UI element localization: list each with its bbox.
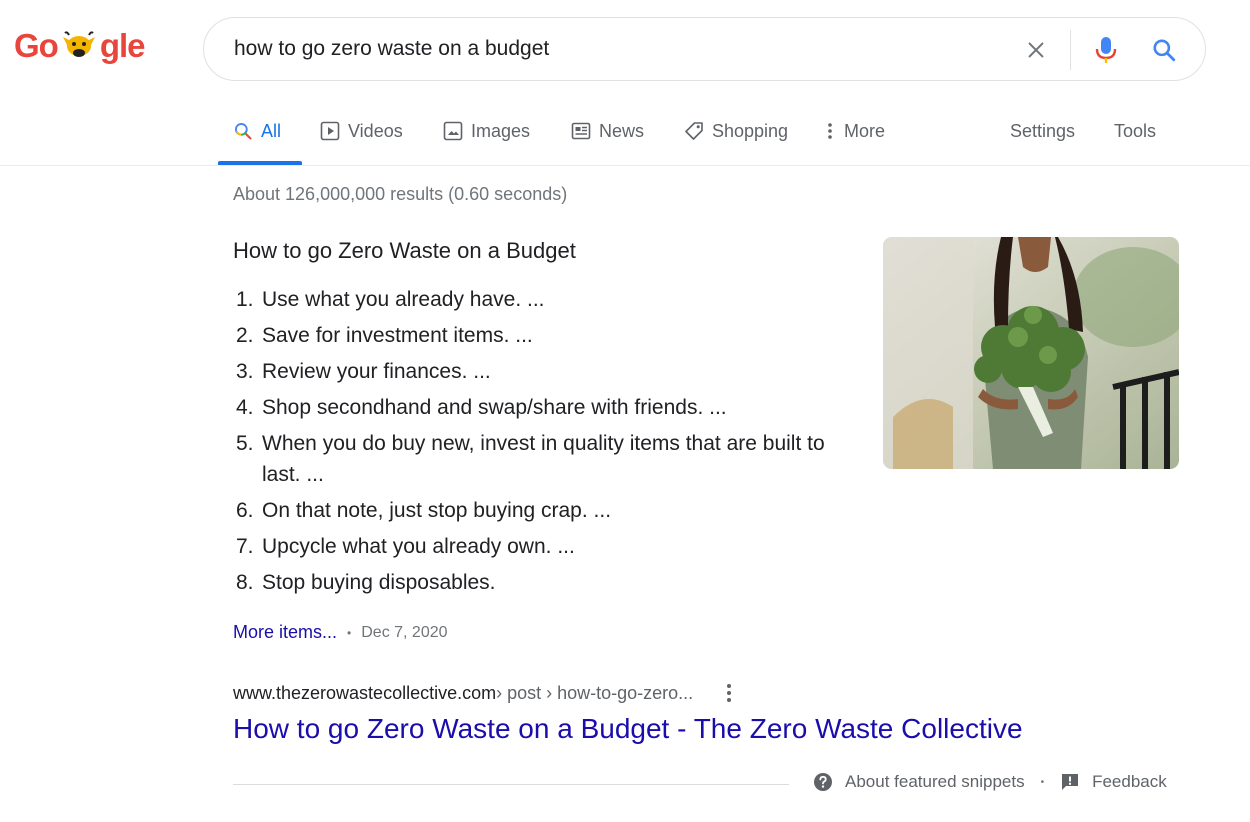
more-vert-icon: [828, 123, 832, 139]
cow-doodle-icon: [62, 31, 95, 57]
dot-separator: •: [1040, 776, 1045, 788]
about-featured-snippets-label: About featured snippets: [845, 772, 1025, 791]
feedback-label: Feedback: [1092, 772, 1167, 791]
list-number: 8.: [236, 571, 254, 594]
snippet-date: Dec 7, 2020: [361, 623, 448, 641]
tools-link[interactable]: Tools: [1114, 103, 1156, 159]
list-number: 3.: [236, 360, 254, 383]
play-icon: [320, 121, 340, 141]
search-box[interactable]: [203, 17, 1206, 81]
list-item: 2. Save for investment items. ...: [236, 320, 861, 351]
list-item: 3. Review your finances. ...: [236, 356, 861, 387]
settings-label: Settings: [1010, 120, 1076, 141]
feedback-link[interactable]: Feedback: [1060, 772, 1167, 792]
tab-news-label: News: [599, 120, 645, 141]
help-icon: [814, 773, 832, 791]
google-logo[interactable]: Go gle: [14, 27, 146, 65]
list-number: 1.: [236, 288, 254, 311]
search-divider: [1070, 30, 1071, 70]
list-item: 4. Shop secondhand and swap/share with fr…: [236, 392, 861, 423]
snippet-image[interactable]: [883, 237, 1179, 469]
tab-news[interactable]: News: [571, 103, 644, 159]
voice-search-button[interactable]: [1091, 35, 1121, 65]
list-item: 8. Stop buying disposables.: [236, 567, 861, 598]
woman-holding-kale-image: [883, 237, 1179, 469]
tag-icon: [685, 122, 703, 140]
list-text: Review your finances. ...: [262, 360, 491, 383]
list-text: Save for investment items. ...: [262, 324, 533, 347]
result-stats: About 126,000,000 results (0.60 seconds): [233, 184, 568, 204]
list-number: 6.: [236, 499, 254, 522]
tab-images[interactable]: Images: [443, 103, 530, 159]
list-item: 5. When you do buy new, invest in quality…: [236, 428, 861, 490]
tab-images-label: Images: [471, 120, 531, 141]
search-button[interactable]: [1149, 35, 1179, 65]
logo-text-left: Go: [14, 27, 59, 64]
close-icon: [1028, 42, 1044, 58]
snippet-footer: About featured snippets • Feedback: [813, 772, 1167, 792]
list-text: Upcycle what you already own. ...: [262, 535, 575, 558]
list-number: 2.: [236, 324, 254, 347]
list-text: Stop buying disposables.: [262, 571, 496, 594]
tab-videos-label: Videos: [348, 120, 403, 141]
tab-all-label: All: [261, 120, 282, 141]
search-icon: [235, 123, 252, 140]
tab-more-label: More: [844, 120, 886, 141]
settings-link[interactable]: Settings: [1010, 103, 1075, 159]
more-items-link[interactable]: More items...: [233, 622, 337, 643]
list-item: 1. Use what you already have. ...: [236, 284, 861, 315]
result-domain: www.thezerowastecollective.com: [233, 682, 497, 703]
snippet-heading: How to go Zero Waste on a Budget: [233, 238, 576, 263]
snippet-more-row: More items... • Dec 7, 2020: [233, 622, 448, 643]
list-item: 7. Upcycle what you already own. ...: [236, 531, 861, 562]
list-item: 6. On that note, just stop buying crap. .…: [236, 495, 861, 526]
tools-label: Tools: [1114, 120, 1157, 141]
result-title-link[interactable]: How to go Zero Waste on a Budget - The Z…: [233, 713, 1023, 745]
tab-all[interactable]: All: [233, 103, 281, 159]
tab-shopping-label: Shopping: [712, 120, 789, 141]
tabs-divider: [0, 165, 1250, 166]
tab-shopping[interactable]: Shopping: [684, 103, 788, 159]
list-text: On that note, just stop buying crap. ...: [262, 499, 612, 522]
clear-search-button[interactable]: [1021, 35, 1051, 65]
tab-videos[interactable]: Videos: [320, 103, 403, 159]
feedback-icon: [1062, 774, 1079, 790]
snippet-list: 1. Use what you already have. ... 2. Save …: [236, 284, 861, 603]
footer-divider: [233, 784, 789, 785]
list-text: Use what you already have. ...: [262, 288, 545, 311]
list-number: 4.: [236, 396, 254, 419]
about-featured-snippets-link[interactable]: About featured snippets: [813, 772, 1025, 792]
tab-more[interactable]: More: [824, 103, 885, 159]
list-number: 7.: [236, 535, 254, 558]
list-text: When you do buy new, invest in quality i…: [262, 432, 825, 486]
image-icon: [443, 121, 463, 141]
list-text: Shop secondhand and swap/share with frie…: [262, 396, 727, 419]
list-number: 5.: [236, 432, 254, 455]
search-icon: [1153, 39, 1176, 62]
search-input[interactable]: [234, 18, 994, 80]
logo-text-right: gle: [99, 27, 146, 64]
result-path: › post › how-to-go-zero...: [496, 682, 694, 703]
result-citation: www.thezerowastecollective.com › post › …: [233, 681, 737, 705]
result-menu-icon[interactable]: [721, 681, 737, 705]
dot-separator: •: [347, 625, 352, 640]
news-icon: [571, 122, 591, 140]
microphone-icon: [1095, 37, 1117, 63]
